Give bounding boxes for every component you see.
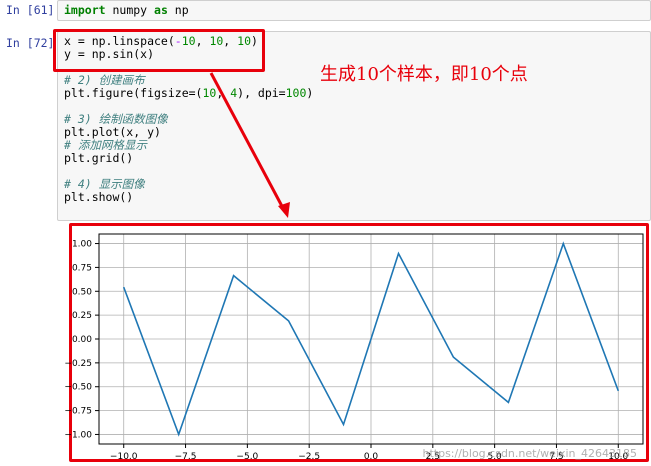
x-tick-label: −10.0: [110, 452, 138, 462]
y-tick-label: −0.25: [64, 359, 92, 369]
y-tick-label: 0.00: [72, 335, 92, 345]
y-tick-label: −1.00: [64, 430, 92, 440]
y-tick-label: 0.50: [72, 287, 92, 297]
y-tick-label: −0.75: [64, 407, 92, 417]
y-tick-label: −0.50: [64, 383, 92, 393]
x-tick-label: −7.5: [175, 452, 197, 462]
line-chart: 1.00 0.75 0.50 0.25 0.00 −0.25 −0.50 −0.75 −1.00…: [64, 233, 644, 462]
x-tick-label: −5.0: [236, 452, 258, 462]
x-tick-label: 0.0: [364, 452, 379, 462]
y-tick-label: 1.00: [72, 240, 92, 250]
y-tick-label: 0.75: [72, 263, 92, 273]
x-tick-label: −2.5: [298, 452, 320, 462]
y-tick-label: 0.25: [72, 311, 92, 321]
watermark: https://blog.csdn.net/weixin_42643185: [422, 447, 637, 460]
